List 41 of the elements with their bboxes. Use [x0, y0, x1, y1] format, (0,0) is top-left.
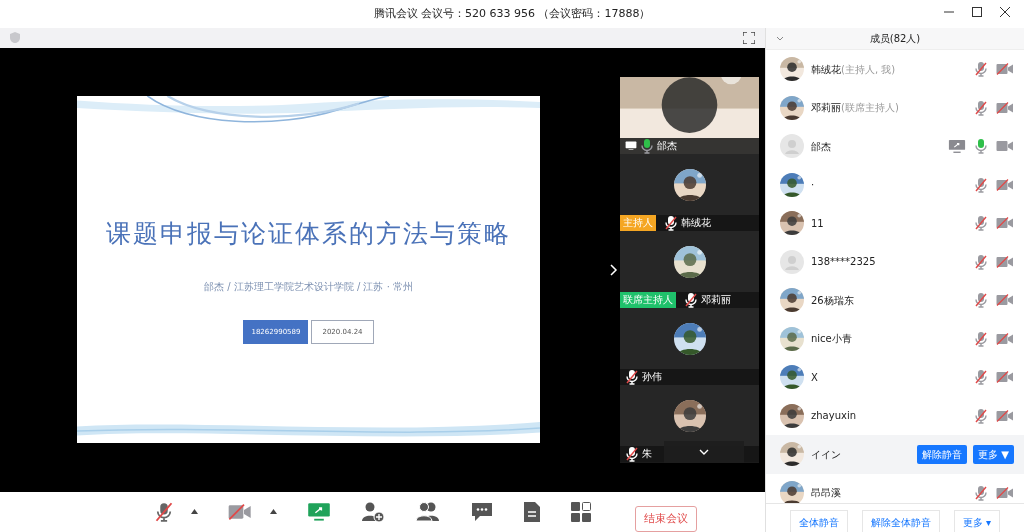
member-name: nice小青: [811, 332, 853, 347]
member-name: 邓莉丽(联席主持人): [811, 101, 900, 116]
member-row[interactable]: 26杨瑞东: [766, 281, 1024, 320]
window-title: 腾讯会议 会议号：520 633 956 （会议密码：17888）: [373, 5, 651, 22]
member-footer-button[interactable]: 全体静音: [789, 510, 848, 532]
role-badge: 联席主持人: [620, 291, 676, 308]
role-badge: 主持人: [620, 214, 656, 231]
slide-subtitle: 邰杰 / 江苏理工学院艺术设计学院 / 江苏 · 常州: [204, 279, 413, 294]
slide-title: 课题申报与论证体系的方法与策略: [106, 218, 511, 251]
members-header: 成员(82人): [868, 32, 922, 46]
member-action-button[interactable]: 更多 ▼: [973, 444, 1014, 464]
member-footer-button[interactable]: 解除全体静音: [861, 510, 940, 532]
member-row[interactable]: 邰杰: [766, 127, 1024, 166]
member-name: zhayuxin: [811, 409, 857, 424]
member-row[interactable]: 昂昂溪: [766, 473, 1024, 503]
participant-name: 邰杰: [657, 139, 677, 154]
member-row[interactable]: X: [766, 358, 1024, 397]
member-row[interactable]: 邓莉丽(联席主持人): [766, 88, 1024, 127]
member-name: 11: [811, 216, 825, 231]
member-action-button[interactable]: 解除静音: [917, 444, 968, 464]
member-name: 邰杰: [811, 139, 832, 154]
member-row[interactable]: 138****2325: [766, 242, 1024, 281]
member-row[interactable]: 韩绒花(主持人, 我): [766, 50, 1024, 89]
member-row[interactable]: イイン 解除静音 更多 ▼: [766, 435, 1024, 474]
member-row[interactable]: 11: [766, 204, 1024, 243]
participant-name: 邓莉丽: [701, 293, 731, 308]
member-row[interactable]: ·: [766, 165, 1024, 204]
end-meeting-button[interactable]: 结束会议: [635, 505, 697, 532]
member-row[interactable]: zhayuxin: [766, 396, 1024, 435]
member-name: 昂昂溪: [811, 486, 842, 501]
member-name: イイン: [811, 447, 842, 462]
member-name: 26杨瑞东: [811, 293, 855, 308]
member-name: ·: [811, 178, 816, 193]
participant-name: 朱: [642, 447, 652, 462]
member-name: 138****2325: [811, 255, 877, 270]
participant-name: 韩绒花: [681, 216, 711, 231]
member-name: X: [811, 370, 819, 385]
member-name: 韩绒花(主持人, 我): [811, 62, 897, 77]
member-row[interactable]: nice小青: [766, 319, 1024, 358]
member-footer-button[interactable]: 更多 ▾: [953, 510, 1001, 532]
participant-name: 孙伟: [642, 370, 662, 385]
